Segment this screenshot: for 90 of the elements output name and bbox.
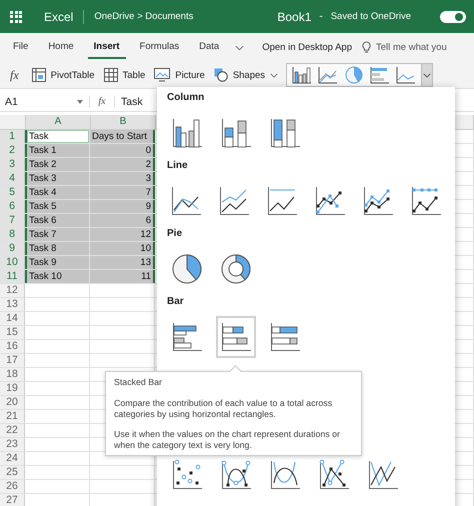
- toolbar-button[interactable]: PivotTable: [28, 66, 98, 84]
- function-button[interactable]: fx: [90, 96, 115, 107]
- toolbar-button[interactable]: Picture: [151, 66, 208, 84]
- table-cell: 10: [90, 242, 155, 255]
- row-header[interactable]: 26: [0, 480, 25, 493]
- table-cell: Task 9: [25, 256, 90, 269]
- column-header[interactable]: B: [91, 115, 156, 129]
- tooltip-title: Stacked Bar: [114, 377, 163, 388]
- function-button[interactable]: fx: [10, 68, 19, 82]
- stacked-bar-chart-option[interactable]: [216, 316, 256, 358]
- pivot-table-icon: [32, 68, 46, 82]
- row-header[interactable]: 8: [0, 228, 25, 241]
- table-cell: 3: [90, 172, 155, 185]
- table-cell: Task 5: [25, 200, 90, 213]
- row-header[interactable]: 2: [0, 144, 25, 157]
- row-header[interactable]: 21: [0, 410, 25, 423]
- table-cell: Task 1: [25, 144, 90, 157]
- row-header[interactable]: 1: [0, 130, 25, 143]
- table-cell: 7: [90, 186, 155, 199]
- ribbon-tab[interactable]: Home: [42, 36, 80, 58]
- table-cell: Task 4: [25, 186, 90, 199]
- row-header[interactable]: 25: [0, 466, 25, 479]
- chevron-down-icon: [423, 72, 432, 78]
- section-heading: Column: [167, 92, 206, 105]
- document-title[interactable]: Book1: [277, 10, 312, 24]
- table-cell: Task 10: [25, 270, 90, 283]
- toggle-switch[interactable]: [440, 10, 466, 22]
- formula-field[interactable]: Task: [115, 96, 143, 108]
- row-header[interactable]: 17: [0, 354, 25, 367]
- shapes-icon: [214, 68, 228, 82]
- table-cell: 12: [90, 228, 155, 241]
- save-status: Saved to OneDrive: [330, 11, 411, 22]
- row-header[interactable]: 9: [0, 242, 25, 255]
- table-cell: Task: [25, 130, 90, 143]
- table-cell: 0: [90, 144, 155, 157]
- row-header[interactable]: 24: [0, 452, 25, 465]
- chevron-down-icon[interactable]: [235, 44, 244, 50]
- app-name[interactable]: Excel: [44, 10, 74, 24]
- ribbon-tab[interactable]: File: [7, 36, 34, 58]
- chevron-down-icon: [270, 72, 278, 78]
- tell-me-field[interactable]: Tell me what you: [376, 42, 454, 53]
- table-cell: Task 2: [25, 158, 90, 171]
- table-cell: 6: [90, 214, 155, 227]
- lightbulb-icon: [362, 41, 371, 54]
- row-header[interactable]: 22: [0, 424, 25, 437]
- title-separator: -: [319, 11, 323, 22]
- row-header[interactable]: 19: [0, 382, 25, 395]
- row-header[interactable]: 5: [0, 186, 25, 199]
- toolbar-button[interactable]: Shapes: [210, 66, 282, 84]
- column-header[interactable]: A: [26, 115, 91, 129]
- row-header[interactable]: 27: [0, 494, 25, 506]
- row-header[interactable]: 12: [0, 284, 25, 297]
- breadcrumb[interactable]: OneDrive > Documents: [94, 11, 194, 22]
- section-heading: Pie: [167, 228, 184, 241]
- table-cell: Task 6: [25, 214, 90, 227]
- app-launcher-icon[interactable]: [10, 10, 22, 22]
- tooltip-text: Compare the contribution of each value to a total across categories by using horizontal rectangles.: [114, 398, 334, 420]
- row-header[interactable]: 14: [0, 312, 25, 325]
- ribbon-tab[interactable]: Insert: [88, 36, 126, 58]
- table-cell: 9: [90, 200, 155, 213]
- row-header[interactable]: 7: [0, 214, 25, 227]
- row-header[interactable]: 18: [0, 368, 25, 381]
- table-cell: 2: [90, 158, 155, 171]
- name-box[interactable]: A1: [0, 96, 90, 108]
- table-cell: Task 8: [25, 242, 90, 255]
- toolbar-button[interactable]: Table: [100, 66, 148, 84]
- section-heading: Bar: [167, 296, 185, 309]
- open-desktop-button[interactable]: Open in Desktop App: [260, 38, 354, 57]
- table-icon: [104, 68, 118, 82]
- row-header[interactable]: 16: [0, 340, 25, 353]
- row-header[interactable]: 15: [0, 326, 25, 339]
- ribbon-tab[interactable]: Formulas: [134, 36, 186, 58]
- table-cell: Task 3: [25, 172, 90, 185]
- table-cell: Days to Start: [90, 130, 155, 143]
- row-header[interactable]: 20: [0, 396, 25, 409]
- ribbon-tab[interactable]: Data: [193, 36, 226, 58]
- more-charts-button[interactable]: [422, 63, 434, 87]
- table-cell: 13: [90, 256, 155, 269]
- row-header[interactable]: 13: [0, 298, 25, 311]
- picture-icon: [154, 68, 170, 82]
- row-header[interactable]: 10: [0, 256, 25, 269]
- tooltip-text: Use it when the values on the chart represent durations or when the category text is very long.: [114, 429, 341, 451]
- row-header[interactable]: 3: [0, 158, 25, 171]
- row-header[interactable]: 23: [0, 438, 25, 451]
- table-cell: 11: [90, 270, 155, 283]
- row-header[interactable]: 11: [0, 270, 25, 283]
- row-header[interactable]: 4: [0, 172, 25, 185]
- section-heading: Line: [167, 160, 189, 173]
- row-header[interactable]: 6: [0, 200, 25, 213]
- table-cell: Task 7: [25, 228, 90, 241]
